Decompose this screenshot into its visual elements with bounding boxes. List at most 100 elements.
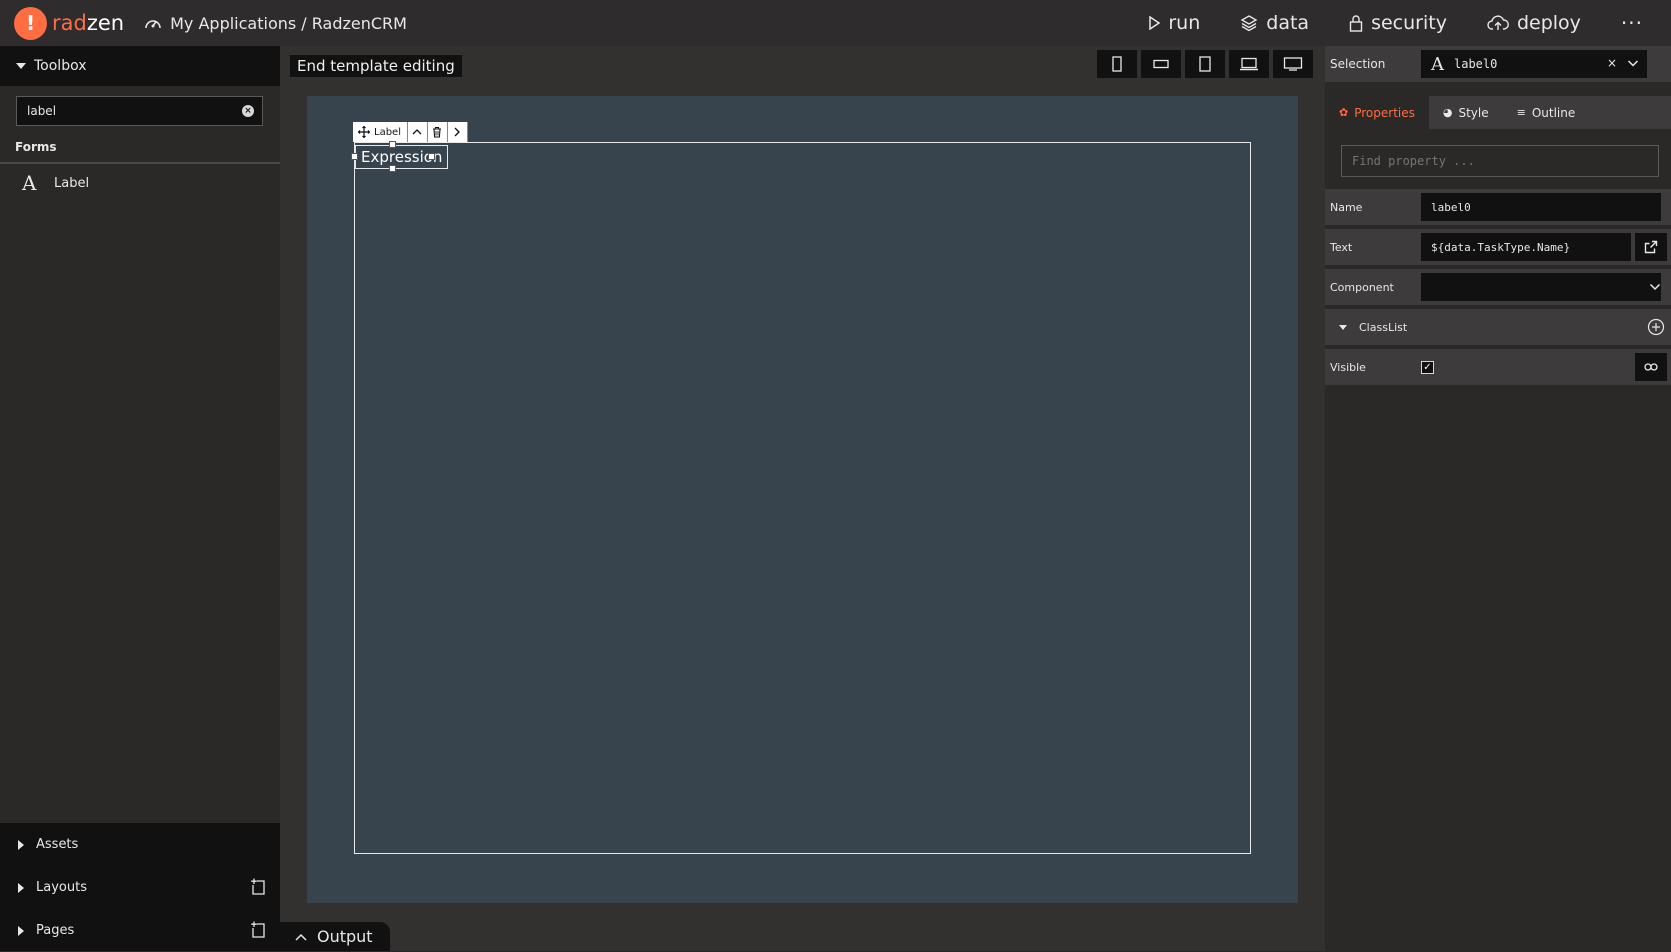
caret-right-icon <box>18 839 24 850</box>
resize-handle-left[interactable] <box>351 153 358 160</box>
toolbox-item-label[interactable]: A Label <box>0 164 280 202</box>
palette-icon: ◕ <box>1442 106 1453 119</box>
property-list: Name label0 Text ${data.TaskType.Name} C… <box>1325 189 1671 385</box>
property-name-label: Name <box>1330 200 1363 214</box>
output-panel-toggle[interactable]: Output <box>280 922 390 951</box>
nav-deploy-label: deploy <box>1516 12 1581 34</box>
play-icon <box>1149 16 1161 30</box>
chevron-right-icon <box>455 127 461 137</box>
property-visible-label: Visible <box>1330 360 1366 374</box>
property-row-visible: Visible ✓ <box>1325 349 1671 385</box>
find-property-box <box>1341 145 1659 177</box>
nav-security[interactable]: security <box>1349 12 1447 34</box>
tab-properties[interactable]: ✿ Properties <box>1325 96 1429 129</box>
dashboard-gauge-icon <box>145 20 161 29</box>
tablet-icon <box>1199 56 1211 72</box>
chevron-up-icon <box>413 129 422 135</box>
layouts-section[interactable]: Layouts <box>0 866 280 909</box>
resize-handle-bottom[interactable] <box>389 165 396 172</box>
resize-handle-top[interactable] <box>389 141 396 148</box>
caret-down-icon <box>16 63 26 69</box>
chevron-down-icon[interactable] <box>1627 56 1639 70</box>
device-laptop-button[interactable] <box>1229 50 1269 78</box>
name-field[interactable]: label0 <box>1421 193 1661 221</box>
selection-value: label0 <box>1454 57 1498 71</box>
layouts-label: Layouts <box>36 880 87 895</box>
forms-section-title: Forms <box>15 140 57 154</box>
device-phone-button[interactable] <box>1097 50 1137 78</box>
property-component-label: Component <box>1330 280 1394 294</box>
device-phone-landscape-button[interactable] <box>1141 50 1181 78</box>
trash-icon <box>433 126 442 138</box>
select-next-button[interactable] <box>447 122 468 142</box>
find-property-input[interactable] <box>1352 154 1642 168</box>
property-classlist-label: ClassList <box>1359 320 1408 334</box>
properties-panel: Selection A label0 × ✿ Properties ◕ Styl… <box>1325 46 1671 951</box>
laptop-icon <box>1240 57 1258 71</box>
toolbox-header[interactable]: Toolbox <box>0 46 280 86</box>
template-container[interactable] <box>354 142 1251 854</box>
breadcrumb[interactable]: My Applications / RadzenCRM <box>144 14 407 33</box>
nav-security-label: security <box>1371 12 1447 34</box>
device-tablet-button[interactable] <box>1185 50 1225 78</box>
desktop-icon <box>1283 57 1303 71</box>
tab-outline-label: Outline <box>1531 105 1576 120</box>
select-parent-button[interactable] <box>407 122 428 142</box>
device-desktop-button[interactable] <box>1273 50 1313 78</box>
add-class-icon[interactable] <box>1647 318 1665 336</box>
cloud-upload-icon <box>1487 15 1509 30</box>
caret-down-icon <box>1339 324 1347 330</box>
lock-icon <box>1349 15 1363 32</box>
caret-right-icon <box>18 882 24 893</box>
caret-right-icon <box>18 925 24 936</box>
new-layout-icon[interactable] <box>250 878 268 896</box>
open-expression-editor-button[interactable] <box>1635 233 1667 261</box>
bind-visible-button[interactable] <box>1635 353 1667 381</box>
nav-data[interactable]: data <box>1240 12 1309 34</box>
radzen-logo[interactable]: ! radzen <box>14 6 125 40</box>
property-text-label: Text <box>1330 240 1353 254</box>
toolbox-title: Toolbox <box>34 58 87 74</box>
toolbox-panel: Toolbox × Forms A Label Assets Layouts P… <box>0 46 280 951</box>
toolbox-search: × <box>16 96 263 126</box>
label-component-icon: A <box>22 171 37 195</box>
nav-run[interactable]: run <box>1148 12 1200 34</box>
property-row-text: Text ${data.TaskType.Name} <box>1325 229 1671 265</box>
outline-list-icon: ≡ <box>1516 106 1526 119</box>
chevron-down-icon[interactable] <box>1649 282 1661 292</box>
top-nav: run data security deploy ··· <box>1148 0 1671 46</box>
assets-section[interactable]: Assets <box>0 823 280 866</box>
logo-text: radzen <box>52 11 125 35</box>
page-stage[interactable]: Label Expression <box>307 96 1298 903</box>
more-menu-button[interactable]: ··· <box>1621 11 1643 35</box>
selection-row: Selection A label0 × <box>1325 46 1671 82</box>
new-page-icon[interactable] <box>250 921 268 939</box>
delete-component-button[interactable] <box>427 122 448 142</box>
pages-label: Pages <box>36 923 75 938</box>
toolbox-search-input[interactable] <box>27 104 227 118</box>
label-component-icon: A <box>1431 53 1444 75</box>
component-select[interactable] <box>1421 273 1661 301</box>
resize-handle-right[interactable] <box>428 153 435 160</box>
toolbox-item-label-text: Label <box>54 175 90 191</box>
component-drag-handle[interactable]: Label <box>353 122 408 142</box>
selection-dropdown[interactable]: A label0 × <box>1421 50 1647 78</box>
phone-landscape-icon <box>1153 59 1169 69</box>
clear-selection-icon[interactable]: × <box>1607 56 1617 70</box>
property-row-component: Component <box>1325 269 1671 305</box>
breadcrumb-text[interactable]: My Applications / RadzenCRM <box>170 14 407 33</box>
tab-outline[interactable]: ≡ Outline <box>1503 96 1590 129</box>
property-row-classlist[interactable]: ClassList <box>1325 309 1671 345</box>
link-icon <box>1644 363 1658 371</box>
text-field[interactable]: ${data.TaskType.Name} <box>1421 233 1631 261</box>
visible-checkbox[interactable]: ✓ <box>1421 361 1434 374</box>
tab-style[interactable]: ◕ Style <box>1429 96 1503 129</box>
tab-style-label: Style <box>1458 105 1489 120</box>
end-template-editing-button[interactable]: End template editing <box>290 55 462 77</box>
clear-search-icon[interactable]: × <box>242 105 254 117</box>
nav-data-label: data <box>1266 12 1310 34</box>
selection-label: Selection <box>1330 57 1386 71</box>
assets-label: Assets <box>36 837 79 852</box>
nav-deploy[interactable]: deploy <box>1487 12 1581 34</box>
pages-section[interactable]: Pages <box>0 909 280 952</box>
